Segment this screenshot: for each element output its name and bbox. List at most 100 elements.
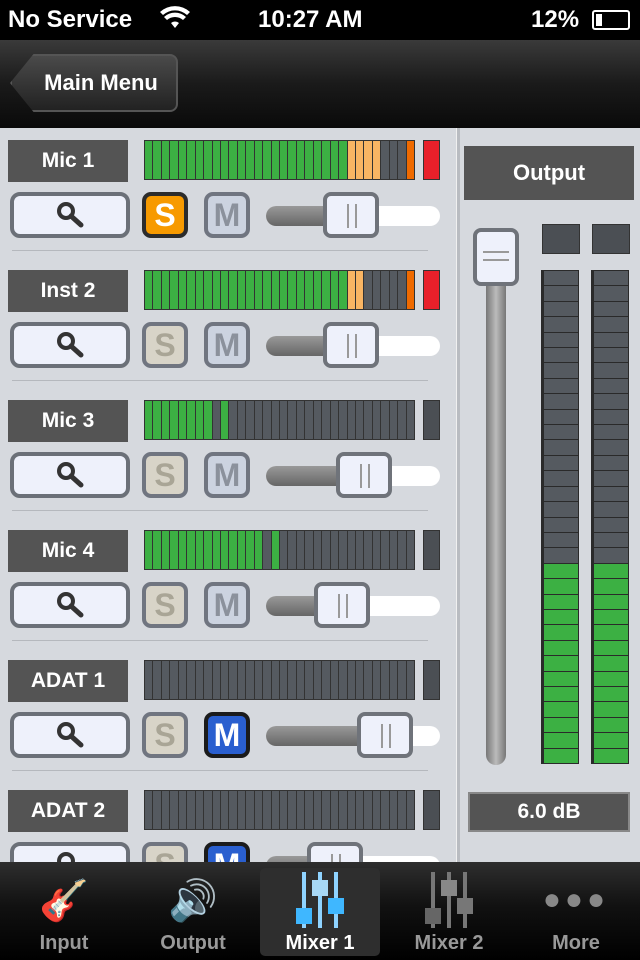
mute-button[interactable]: M: [204, 582, 250, 628]
meter-segment: [594, 579, 628, 594]
meter-segment: [212, 271, 220, 309]
volume-slider-thumb[interactable]: [322, 322, 379, 368]
meter-segment: [544, 363, 578, 378]
meter-segment: [178, 661, 187, 699]
meter-segment: [288, 401, 296, 439]
meter-segment: [372, 531, 381, 569]
meter-segment: [195, 791, 204, 829]
meter-segment: [594, 594, 628, 609]
channel-detail-button[interactable]: [10, 582, 130, 628]
meter-segment: [153, 661, 161, 699]
meter-segment: [195, 531, 204, 569]
meter-segment: [263, 531, 271, 569]
meter-segment: [204, 791, 212, 829]
meter-segment: [145, 661, 153, 699]
meter-segment: [271, 141, 279, 179]
meter-segment: [364, 791, 372, 829]
meter-segment: [594, 486, 628, 502]
mixer-icon: [260, 868, 380, 932]
meter-segment: [381, 271, 389, 309]
tab-label: Input: [39, 932, 89, 954]
solo-button[interactable]: S: [142, 582, 188, 628]
meter-segment: [406, 531, 414, 569]
volume-slider-thumb[interactable]: [335, 452, 392, 498]
meter-segment: [594, 671, 628, 686]
output-fader-track[interactable]: [486, 240, 506, 765]
main-menu-button[interactable]: Main Menu: [10, 54, 178, 112]
solo-button[interactable]: S: [142, 452, 188, 498]
meter-segment: [544, 563, 578, 579]
meter-segment: [161, 271, 170, 309]
divider: [456, 128, 460, 863]
meter-segment: [263, 271, 271, 309]
meter-segment: [372, 271, 381, 309]
meter-segment: [594, 625, 628, 640]
meter-segment: [187, 661, 195, 699]
meter-segment: [381, 531, 389, 569]
output-fader-thumb[interactable]: [473, 228, 519, 286]
meter-segment: [544, 702, 578, 717]
tab-mixer-1[interactable]: Mixer 1: [260, 868, 380, 956]
meter-segment: [280, 791, 288, 829]
meter-segment: [347, 401, 355, 439]
channel-detail-button[interactable]: [10, 712, 130, 758]
volume-slider-track[interactable]: [266, 726, 440, 746]
meter-segment: [389, 661, 398, 699]
meter-segment: [145, 141, 153, 179]
meter-segment: [406, 401, 414, 439]
meter-segment: [145, 531, 153, 569]
volume-slider-thumb[interactable]: [356, 712, 413, 758]
meter-segment: [389, 401, 398, 439]
channel-name: Mic 4: [8, 530, 128, 572]
meter-segment: [254, 401, 263, 439]
mute-button[interactable]: M: [204, 712, 250, 758]
meter-segment: [544, 532, 578, 548]
solo-button[interactable]: S: [142, 712, 188, 758]
tab-mixer-2[interactable]: Mixer 2: [389, 868, 509, 956]
meter-segment: [145, 791, 153, 829]
meter-segment: [330, 661, 339, 699]
meter-segment: [594, 702, 628, 717]
meter-segment: [246, 141, 254, 179]
channel-detail-button[interactable]: [10, 452, 130, 498]
meter-segment: [594, 532, 628, 548]
magnifier-icon: [57, 462, 84, 488]
channel-detail-button[interactable]: [10, 192, 130, 238]
meter-segment: [271, 791, 279, 829]
meter-segment: [322, 661, 330, 699]
level-meter: [144, 140, 415, 180]
meter-segment: [364, 401, 372, 439]
meter-segment: [330, 141, 339, 179]
meter-segment: [594, 363, 628, 378]
tab-more[interactable]: ●●● More: [516, 868, 636, 956]
solo-button[interactable]: S: [142, 322, 188, 368]
meter-segment: [398, 141, 406, 179]
meter-segment: [594, 686, 628, 702]
meter-segment: [347, 271, 355, 309]
meter-segment: [305, 141, 313, 179]
volume-slider-thumb[interactable]: [322, 192, 379, 238]
meter-segment: [355, 271, 364, 309]
tab-output[interactable]: 🔊 Output: [133, 868, 253, 956]
channel-strip: Mic 3 S M: [0, 400, 456, 530]
meter-segment: [347, 531, 355, 569]
mixer-icon: [389, 868, 509, 932]
meter-segment: [254, 661, 263, 699]
tab-input[interactable]: 🎸 Input: [4, 868, 124, 956]
meter-segment: [187, 141, 195, 179]
meter-segment: [544, 686, 578, 702]
solo-button[interactable]: S: [142, 192, 188, 238]
meter-segment: [220, 791, 229, 829]
mute-button[interactable]: M: [204, 192, 250, 238]
mute-button[interactable]: M: [204, 322, 250, 368]
volume-slider-thumb[interactable]: [314, 582, 371, 628]
meter-segment: [161, 531, 170, 569]
meter-segment: [355, 531, 364, 569]
meter-segment: [187, 401, 195, 439]
meter-segment: [161, 661, 170, 699]
meter-segment: [313, 661, 322, 699]
mute-button[interactable]: M: [204, 452, 250, 498]
meter-segment: [347, 661, 355, 699]
channel-detail-button[interactable]: [10, 322, 130, 368]
guitar-mic-icon: 🎸: [39, 878, 89, 923]
